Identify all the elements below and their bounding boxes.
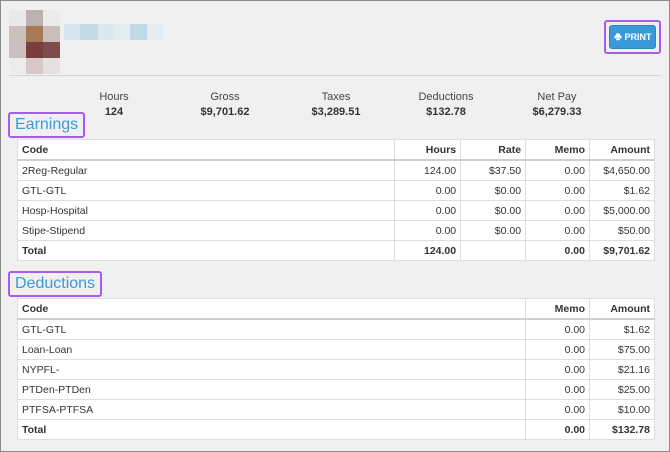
table-row: Hosp-Hospital 0.00 $0.00 0.00 $5,000.00 bbox=[16, 200, 656, 221]
total-amount: $132.78 bbox=[589, 419, 655, 440]
pay-summary: Hours 124 Gross $9,701.62 Taxes $3,289.5… bbox=[49, 91, 629, 121]
print-button[interactable]: PRINT bbox=[609, 25, 656, 49]
amount-cell: $50.00 bbox=[588, 220, 656, 241]
printer-icon bbox=[614, 33, 621, 41]
earnings-table: Code Hours Rate Memo Amount 2Reg-Regular… bbox=[16, 139, 656, 261]
table-row: Stipe-Stipend 0.00 $0.00 0.00 $50.00 bbox=[16, 220, 656, 241]
deductions-table: Code Memo Amount GTL-GTL 0.00 $1.62 Loan… bbox=[16, 298, 655, 440]
summary-deductions: Deductions $132.78 bbox=[418, 91, 474, 118]
code-cell: GTL-GTL bbox=[16, 180, 396, 201]
column-header: Rate bbox=[460, 139, 527, 161]
total-hours: 124.00 bbox=[394, 240, 462, 261]
hours-cell: 0.00 bbox=[394, 220, 462, 241]
memo-cell: 0.00 bbox=[525, 159, 590, 181]
paystub-panel: PRINT Hours 124 Gross $9,701.62 Taxes $3… bbox=[8, 6, 661, 446]
summary-gross: Gross $9,701.62 bbox=[200, 91, 250, 118]
hours-cell: 0.00 bbox=[394, 200, 462, 221]
column-header: Amount bbox=[589, 298, 655, 320]
column-header: Amount bbox=[588, 139, 656, 161]
memo-cell: 0.00 bbox=[525, 180, 590, 201]
code-cell: Stipe-Stipend bbox=[16, 220, 396, 241]
summary-taxes: Taxes $3,289.51 bbox=[311, 91, 361, 118]
code-cell: PTFSA-PTFSA bbox=[16, 399, 527, 420]
print-label: PRINT bbox=[624, 32, 652, 42]
total-label: Total bbox=[16, 240, 396, 261]
table-row: GTL-GTL 0.00 $1.62 bbox=[16, 318, 655, 340]
total-memo: 0.00 bbox=[525, 240, 590, 261]
table-row: Loan-Loan 0.00 $75.00 bbox=[16, 339, 655, 360]
avatar bbox=[9, 10, 61, 75]
amount-cell: $4,650.00 bbox=[588, 159, 656, 181]
column-header: Hours bbox=[394, 139, 462, 161]
code-cell: NYPFL- bbox=[16, 359, 527, 380]
column-header: Code bbox=[16, 298, 527, 320]
code-cell: PTDen-PTDen bbox=[16, 379, 527, 400]
rate-cell: $0.00 bbox=[460, 200, 527, 221]
memo-cell: 0.00 bbox=[525, 379, 591, 400]
column-header: Code bbox=[16, 139, 396, 161]
table-row: NYPFL- 0.00 $21.16 bbox=[16, 359, 655, 380]
memo-cell: 0.00 bbox=[525, 200, 590, 221]
amount-cell: $1.62 bbox=[589, 318, 655, 340]
total-memo: 0.00 bbox=[525, 419, 591, 440]
code-cell: 2Reg-Regular bbox=[16, 159, 396, 181]
amount-cell: $25.00 bbox=[589, 379, 655, 400]
amount-cell: $10.00 bbox=[589, 399, 655, 420]
code-cell: Loan-Loan bbox=[16, 339, 527, 360]
memo-cell: 0.00 bbox=[525, 359, 591, 380]
divider bbox=[9, 75, 661, 76]
total-rate bbox=[460, 240, 527, 261]
column-header: Memo bbox=[525, 298, 591, 320]
hours-cell: 124.00 bbox=[394, 159, 462, 181]
table-row: 2Reg-Regular 124.00 $37.50 0.00 $4,650.0… bbox=[16, 159, 656, 181]
deductions-title: Deductions bbox=[8, 271, 103, 297]
table-row: PTFSA-PTFSA 0.00 $10.00 bbox=[16, 399, 655, 420]
total-row: Total 0.00 $132.78 bbox=[16, 419, 655, 440]
deductions-header-row: Code Memo Amount bbox=[16, 298, 655, 320]
memo-cell: 0.00 bbox=[525, 399, 591, 420]
memo-cell: 0.00 bbox=[525, 339, 591, 360]
memo-cell: 0.00 bbox=[525, 318, 591, 340]
summary-net-pay: Net Pay $6,279.33 bbox=[532, 91, 582, 118]
amount-cell: $75.00 bbox=[589, 339, 655, 360]
earnings-header-row: Code Hours Rate Memo Amount bbox=[16, 139, 656, 161]
code-cell: Hosp-Hospital bbox=[16, 200, 396, 221]
amount-cell: $5,000.00 bbox=[588, 200, 656, 221]
earnings-title: Earnings bbox=[8, 112, 86, 138]
total-row: Total 124.00 0.00 $9,701.62 bbox=[16, 240, 656, 261]
app-frame: PRINT Hours 124 Gross $9,701.62 Taxes $3… bbox=[0, 0, 670, 452]
hours-cell: 0.00 bbox=[394, 180, 462, 201]
table-row: PTDen-PTDen 0.00 $25.00 bbox=[16, 379, 655, 400]
code-cell: GTL-GTL bbox=[16, 318, 527, 340]
total-amount: $9,701.62 bbox=[588, 240, 656, 261]
table-row: GTL-GTL 0.00 $0.00 0.00 $1.62 bbox=[16, 180, 656, 201]
amount-cell: $1.62 bbox=[588, 180, 656, 201]
rate-cell: $0.00 bbox=[460, 220, 527, 241]
rate-cell: $37.50 bbox=[460, 159, 527, 181]
rate-cell: $0.00 bbox=[460, 180, 527, 201]
total-label: Total bbox=[16, 419, 527, 440]
amount-cell: $21.16 bbox=[589, 359, 655, 380]
memo-cell: 0.00 bbox=[525, 220, 590, 241]
column-header: Memo bbox=[525, 139, 590, 161]
